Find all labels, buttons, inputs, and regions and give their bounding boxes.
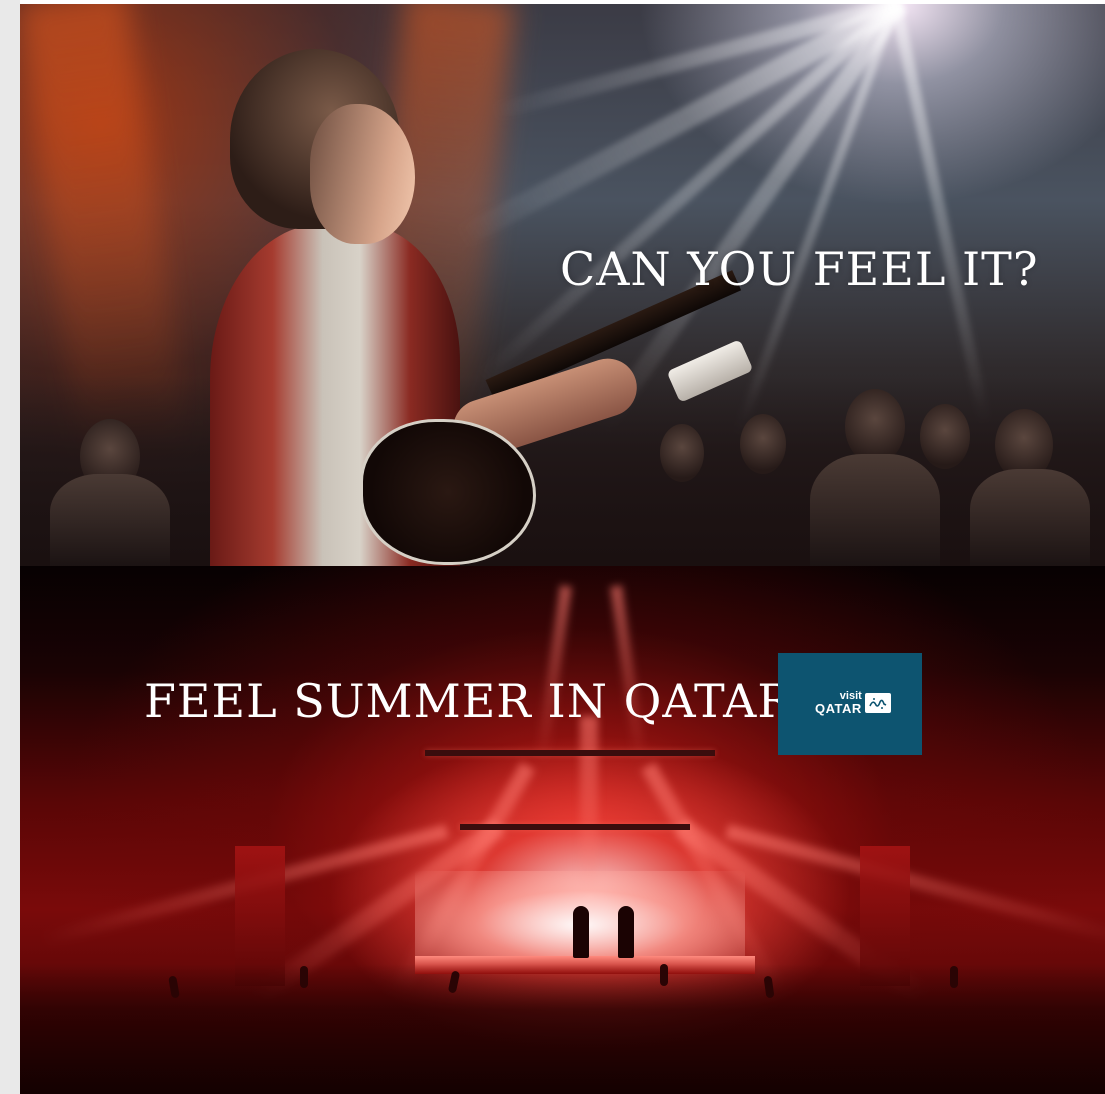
arabic-calligraphy-icon xyxy=(864,693,891,713)
logo-wordmark: visit QATAR xyxy=(815,691,862,716)
advertisement-banner[interactable]: CAN YOU FEEL IT? FEEL SUMMER IN QATAR vi… xyxy=(20,4,1105,1094)
audience-body xyxy=(50,474,170,566)
raised-hand xyxy=(660,964,668,986)
concert-photo-top: CAN YOU FEEL IT? xyxy=(20,4,1105,566)
bottom-headline: FEEL SUMMER IN QATAR xyxy=(144,674,794,728)
lighting-truss xyxy=(460,824,690,830)
raised-hand xyxy=(300,966,308,988)
audience-body xyxy=(970,469,1090,566)
visit-qatar-logo[interactable]: visit QATAR xyxy=(778,653,922,755)
logo-big-text: QATAR xyxy=(815,701,862,716)
raised-hand xyxy=(950,966,958,988)
audience-body xyxy=(810,454,940,566)
light-ray xyxy=(890,4,992,426)
audience-crowd xyxy=(20,964,1105,1094)
performer-silhouette xyxy=(618,906,634,958)
performer-silhouette xyxy=(573,906,589,958)
left-gutter xyxy=(0,0,20,1094)
top-headline: CAN YOU FEEL IT? xyxy=(560,242,1039,296)
guitar-headstock xyxy=(666,339,754,403)
lighting-truss xyxy=(425,750,715,756)
concert-photo-bottom: FEEL SUMMER IN QATAR visit QATAR xyxy=(20,566,1105,1094)
performer-face xyxy=(310,104,415,244)
audience-head xyxy=(920,404,970,469)
guitarist-performer xyxy=(190,49,754,566)
logo-lockup: visit QATAR xyxy=(815,691,891,715)
audience-head xyxy=(845,389,905,464)
